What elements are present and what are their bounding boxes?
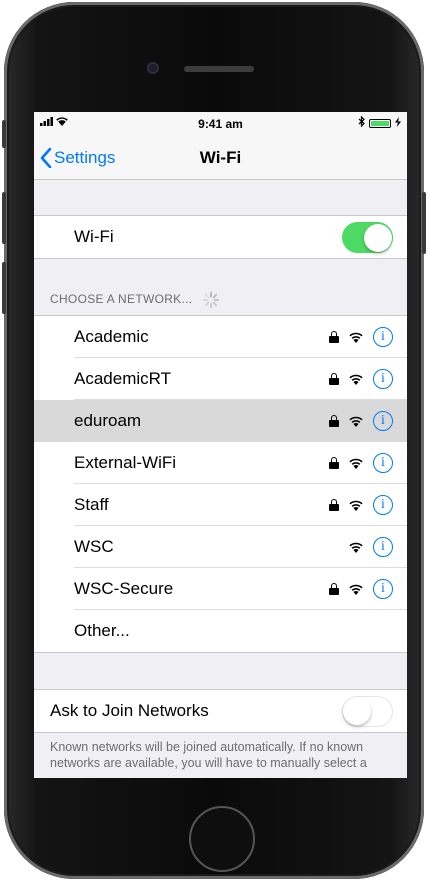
info-icon[interactable]: i: [373, 327, 393, 347]
lock-icon: [329, 583, 339, 595]
bluetooth-icon: [358, 115, 365, 130]
network-row-academicrt[interactable]: AcademicRT i: [34, 358, 407, 400]
network-row-wsc[interactable]: WSC i: [34, 526, 407, 568]
info-icon[interactable]: i: [373, 411, 393, 431]
info-icon[interactable]: i: [373, 537, 393, 557]
network-list: Academic i AcademicRT i eduroam i Extern…: [34, 315, 407, 653]
choose-network-header: CHOOSE A NETWORK...: [34, 259, 407, 315]
info-icon[interactable]: i: [373, 579, 393, 599]
ask-to-join-group: Ask to Join Networks: [34, 689, 407, 733]
loading-spinner-icon: [202, 291, 220, 309]
network-row-other[interactable]: Other...: [34, 610, 407, 652]
wifi-signal-icon: [349, 458, 363, 469]
battery-icon: [369, 118, 391, 128]
mute-switch: [2, 120, 6, 148]
wifi-signal-icon: [349, 500, 363, 511]
other-network-label: Other...: [74, 621, 130, 640]
wifi-signal-icon: [349, 542, 363, 553]
wifi-toggle[interactable]: [342, 222, 393, 253]
wifi-row: Wi-Fi: [34, 216, 407, 258]
network-row-academic[interactable]: Academic i: [34, 316, 407, 358]
navigation-bar: Settings Wi-Fi: [34, 134, 407, 180]
lock-icon: [329, 457, 339, 469]
wifi-signal-icon: [349, 584, 363, 595]
volume-up-button: [2, 192, 6, 244]
network-row-wsc-secure[interactable]: WSC-Secure i: [34, 568, 407, 610]
wifi-signal-icon: [349, 332, 363, 343]
screen: 9:41 am Settings Wi-Fi Wi-Fi CHOOSE A NE…: [34, 112, 407, 778]
choose-network-label: CHOOSE A NETWORK...: [50, 292, 193, 306]
status-right: [358, 115, 401, 130]
info-icon[interactable]: i: [373, 453, 393, 473]
front-camera: [147, 62, 159, 74]
page-title: Wi-Fi: [199, 148, 242, 167]
lock-icon: [329, 415, 339, 427]
ask-to-join-row: Ask to Join Networks: [34, 690, 407, 732]
ask-to-join-footer: Known networks will be joined automatica…: [50, 740, 367, 770]
home-button[interactable]: [189, 806, 255, 872]
network-row-staff[interactable]: Staff i: [34, 484, 407, 526]
status-time: 9:41 am: [198, 117, 243, 131]
wifi-signal-icon: [349, 416, 363, 427]
lock-icon: [329, 373, 339, 385]
lock-icon: [329, 331, 339, 343]
status-bar: 9:41 am: [34, 112, 407, 134]
volume-down-button: [2, 262, 6, 314]
wifi-toggle-group: Wi-Fi: [34, 215, 407, 259]
charging-bolt-icon: [395, 116, 401, 130]
network-row-eduroam[interactable]: eduroam i: [34, 400, 407, 442]
earpiece-speaker: [184, 66, 254, 72]
ask-to-join-toggle[interactable]: [342, 696, 393, 727]
lock-icon: [329, 499, 339, 511]
power-button: [422, 192, 426, 254]
info-icon[interactable]: i: [373, 369, 393, 389]
wifi-signal-icon: [349, 374, 363, 385]
info-icon[interactable]: i: [373, 495, 393, 515]
network-row-external-wifi[interactable]: External-WiFi i: [34, 442, 407, 484]
